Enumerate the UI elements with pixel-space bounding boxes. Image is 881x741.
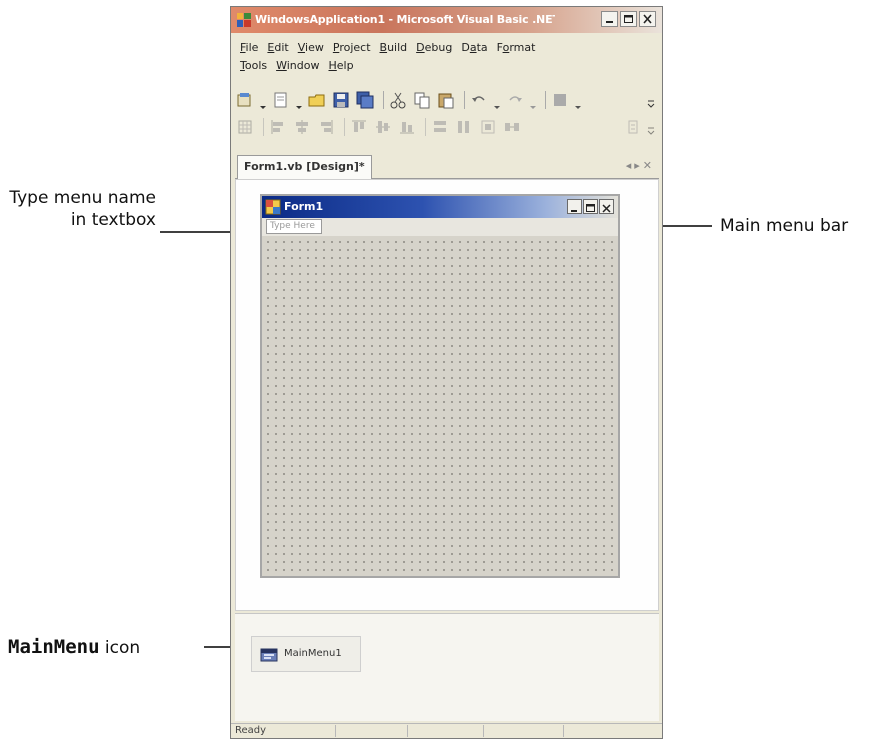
align-tops-icon[interactable]: [349, 117, 369, 137]
new-project-icon[interactable]: [235, 90, 255, 110]
maximize-icon: [586, 204, 595, 212]
scroll-tabs-left-icon[interactable]: ◂: [626, 159, 635, 172]
close-document-icon[interactable]: ✕: [643, 159, 655, 172]
menu-window[interactable]: Window: [273, 57, 325, 75]
form-icon: [265, 199, 281, 215]
make-same-width-icon[interactable]: [430, 117, 450, 137]
menu-build[interactable]: Build: [377, 39, 414, 57]
menu-format[interactable]: Format: [494, 39, 542, 57]
form1-title: Form1: [284, 200, 324, 213]
status-panel: [563, 725, 564, 737]
menu-file[interactable]: File: [237, 39, 264, 57]
scroll-tabs-right-icon[interactable]: ▸: [634, 159, 643, 172]
save-icon[interactable]: [331, 90, 351, 110]
paste-icon[interactable]: [436, 90, 456, 110]
align-to-grid-icon[interactable]: [235, 117, 255, 137]
standard-toolbar: [235, 87, 659, 113]
callout-mainmenu-code: MainMenu: [8, 636, 100, 658]
form-minimize-button[interactable]: [567, 199, 582, 214]
dropdown-arrow-icon[interactable]: [295, 96, 303, 109]
close-icon: [602, 204, 611, 213]
dropdown-arrow-icon[interactable]: [574, 96, 582, 109]
menu-edit[interactable]: Edit: [264, 39, 294, 57]
start-debug-icon[interactable]: [550, 90, 570, 110]
minimize-button[interactable]: [601, 11, 618, 27]
make-same-height-icon[interactable]: [454, 117, 474, 137]
status-text: Ready: [235, 725, 267, 736]
horizontal-spacing-icon[interactable]: [502, 117, 522, 137]
maximize-button[interactable]: [620, 11, 637, 27]
align-centers-icon[interactable]: [292, 117, 312, 137]
mainmenu-component-label: MainMenu1: [284, 648, 342, 659]
document-tab-strip: Form1.vb [Design]* ◂▸✕: [235, 153, 659, 179]
status-panel: [335, 725, 336, 737]
mainmenu-icon: [260, 648, 278, 662]
ide-menubar: File Edit View Project Build Debug Data Format …: [237, 39, 657, 75]
align-middles-icon[interactable]: [373, 117, 393, 137]
menu-help[interactable]: Help: [326, 57, 360, 75]
minimize-icon: [606, 21, 613, 23]
dropdown-arrow-icon[interactable]: [529, 96, 537, 109]
callout-main-menu-bar: Main menu bar: [720, 216, 849, 236]
close-icon: [643, 14, 652, 24]
menu-row-1: File Edit View Project Build Debug Data Format: [237, 39, 657, 57]
menu-row-2: Tools Window Help: [237, 57, 657, 75]
component-tray: MainMenu1: [235, 613, 659, 721]
ide-window-controls: [601, 11, 656, 27]
size-to-grid-icon[interactable]: [478, 117, 498, 137]
form-maximize-button[interactable]: [583, 199, 598, 214]
menu-view[interactable]: View: [295, 39, 330, 57]
toolbar-separator: [545, 91, 546, 109]
form1-window-controls: [567, 199, 614, 214]
tab-form1-design[interactable]: Form1.vb [Design]*: [237, 155, 372, 179]
menu-data[interactable]: Data: [458, 39, 493, 57]
add-new-item-icon[interactable]: [271, 90, 291, 110]
align-lefts-icon[interactable]: [268, 117, 288, 137]
toolbar-separator: [344, 118, 345, 136]
visual-studio-icon: [237, 13, 251, 27]
form1-titlebar[interactable]: Form1: [262, 196, 618, 218]
minimize-icon: [571, 210, 577, 212]
undo-icon[interactable]: [469, 90, 489, 110]
mainmenu-component[interactable]: MainMenu1: [251, 636, 361, 672]
copy-icon[interactable]: [412, 90, 432, 110]
open-file-icon[interactable]: [307, 90, 327, 110]
form-client-area-grid[interactable]: [262, 236, 618, 576]
callout-type-menu-name: Type menu name in textbox: [9, 188, 156, 230]
form1-window[interactable]: Form1 Type Here: [260, 194, 620, 578]
align-bottoms-icon[interactable]: [397, 117, 417, 137]
toolbar-overflow-icon[interactable]: [647, 123, 655, 135]
toolbar-separator: [263, 118, 264, 136]
ide-window: WindowsApplication1 - Microsoft Visual B…: [230, 6, 663, 739]
maximize-icon: [624, 15, 633, 23]
menu-tools[interactable]: Tools: [237, 57, 273, 75]
design-surface: Form1 Type Here: [235, 179, 659, 611]
menu-debug[interactable]: Debug: [413, 39, 458, 57]
menu-project[interactable]: Project: [330, 39, 377, 57]
close-button[interactable]: [639, 11, 656, 27]
tab-navigation: ◂▸✕: [626, 159, 655, 172]
redo-icon[interactable]: [505, 90, 525, 110]
toolbar-separator: [464, 91, 465, 109]
dropdown-arrow-icon[interactable]: [259, 96, 267, 109]
dropdown-arrow-icon[interactable]: [493, 96, 501, 109]
form-close-button[interactable]: [599, 199, 614, 214]
form-main-menu-bar: Type Here: [262, 218, 618, 236]
callout-mainmenu-icon: MainMenu icon: [8, 636, 140, 659]
cut-icon[interactable]: [388, 90, 408, 110]
status-panel: [483, 725, 484, 737]
status-panel: [407, 725, 408, 737]
tab-order-icon[interactable]: [623, 117, 643, 137]
status-bar: Ready: [231, 723, 662, 738]
align-rights-icon[interactable]: [316, 117, 336, 137]
ide-title: WindowsApplication1 - Microsoft Visual B…: [255, 13, 555, 26]
type-here-textbox[interactable]: Type Here: [266, 219, 322, 234]
ide-titlebar[interactable]: WindowsApplication1 - Microsoft Visual B…: [231, 7, 662, 33]
callout-mainmenu-suffix: icon: [99, 638, 141, 658]
toolbar-separator: [383, 91, 384, 109]
toolbar-separator: [425, 118, 426, 136]
save-all-icon[interactable]: [355, 90, 375, 110]
layout-toolbar: [235, 114, 659, 140]
toolbar-overflow-icon[interactable]: [647, 96, 655, 108]
